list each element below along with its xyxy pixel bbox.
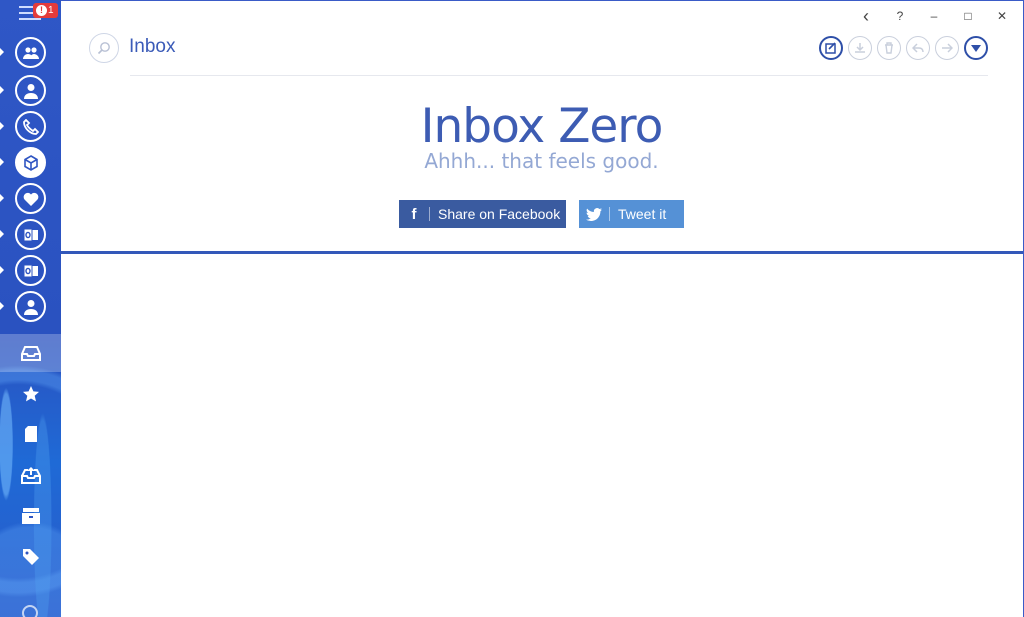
account-expand-arrow-icon <box>0 86 4 94</box>
sidebar: ! 1 <box>0 0 61 617</box>
page-title: Inbox <box>129 36 176 57</box>
download-button[interactable] <box>848 36 872 60</box>
notification-badge[interactable]: ! 1 <box>33 3 58 18</box>
tag-icon <box>22 549 39 565</box>
account-person[interactable] <box>15 75 46 106</box>
account-expand-arrow-icon <box>0 194 4 202</box>
reply-button[interactable] <box>906 36 930 60</box>
account-expand-arrow-icon <box>0 266 4 274</box>
tweet-button[interactable]: Tweet it <box>579 200 684 228</box>
forward-button[interactable] <box>935 36 959 60</box>
outlook-icon <box>23 264 38 277</box>
account-expand-arrow-icon <box>0 302 4 310</box>
delete-button[interactable] <box>877 36 901 60</box>
account-expand-arrow-icon <box>0 230 4 238</box>
trash-icon <box>885 42 893 54</box>
people-icon <box>22 46 39 59</box>
account-group[interactable] <box>15 37 46 68</box>
folder-starred[interactable] <box>0 375 61 413</box>
account-outlook-2[interactable] <box>15 255 46 286</box>
account-person-2[interactable] <box>15 291 46 322</box>
outlook-icon <box>23 228 38 241</box>
account-expand-arrow-icon <box>0 158 4 166</box>
twitter-bird-icon <box>579 200 609 228</box>
account-heart[interactable] <box>15 183 46 214</box>
heart-icon <box>23 192 38 206</box>
message-toolbar <box>819 36 988 60</box>
outbox-icon <box>20 467 41 484</box>
empty-state-title: Inbox Zero <box>420 99 664 154</box>
folder-tags[interactable] <box>0 538 61 576</box>
alert-icon: ! <box>36 5 47 16</box>
search-icon <box>97 42 110 55</box>
more-dropdown-icon <box>971 45 981 52</box>
minimize-button[interactable]: – <box>917 5 951 27</box>
reply-icon <box>912 43 924 53</box>
search-button[interactable] <box>89 33 119 63</box>
back-button[interactable]: ‹ <box>849 5 883 27</box>
main-pane: ‹ ? – □ ✕ Inbox Inbox Zero Ahhh... that … <box>61 0 1024 617</box>
person-icon <box>23 83 38 99</box>
reading-pane-divider[interactable] <box>61 251 1023 254</box>
button-separator <box>609 207 610 221</box>
compose-icon <box>825 42 836 54</box>
empty-state-subtitle: Ahhh... that feels good. <box>424 149 659 173</box>
account-expand-arrow-icon <box>0 122 4 130</box>
notification-count: 1 <box>48 5 54 16</box>
help-button[interactable]: ? <box>883 5 917 27</box>
forward-icon <box>942 43 953 53</box>
folder-inbox[interactable] <box>0 334 61 372</box>
share-facebook-button[interactable]: f Share on Facebook <box>399 200 566 228</box>
account-outlook-1[interactable] <box>15 219 46 250</box>
more-actions-button[interactable] <box>964 36 988 60</box>
cube-icon <box>23 154 38 171</box>
folder-drafts[interactable] <box>0 415 61 453</box>
settings-globe-icon[interactable] <box>22 605 38 617</box>
archive-icon <box>21 508 40 524</box>
star-icon <box>22 386 39 402</box>
person-icon <box>23 299 38 315</box>
folder-sent[interactable] <box>0 456 61 494</box>
folder-archive[interactable] <box>0 497 61 535</box>
document-icon <box>24 426 37 442</box>
close-button[interactable]: ✕ <box>985 5 1019 27</box>
download-icon <box>855 43 865 53</box>
window-controls: ‹ ? – □ ✕ <box>849 5 1019 27</box>
inbox-tray-icon <box>20 346 41 361</box>
button-separator <box>429 207 430 221</box>
account-expand-arrow-icon <box>0 48 4 56</box>
facebook-icon: f <box>411 205 417 223</box>
share-facebook-label: Share on Facebook <box>438 206 561 222</box>
header-divider <box>130 75 988 76</box>
tweet-label: Tweet it <box>618 206 667 222</box>
phone-icon <box>22 118 39 135</box>
maximize-button[interactable]: □ <box>951 5 985 27</box>
account-phone[interactable] <box>15 111 46 142</box>
account-box-active[interactable] <box>15 147 46 178</box>
compose-button[interactable] <box>819 36 843 60</box>
